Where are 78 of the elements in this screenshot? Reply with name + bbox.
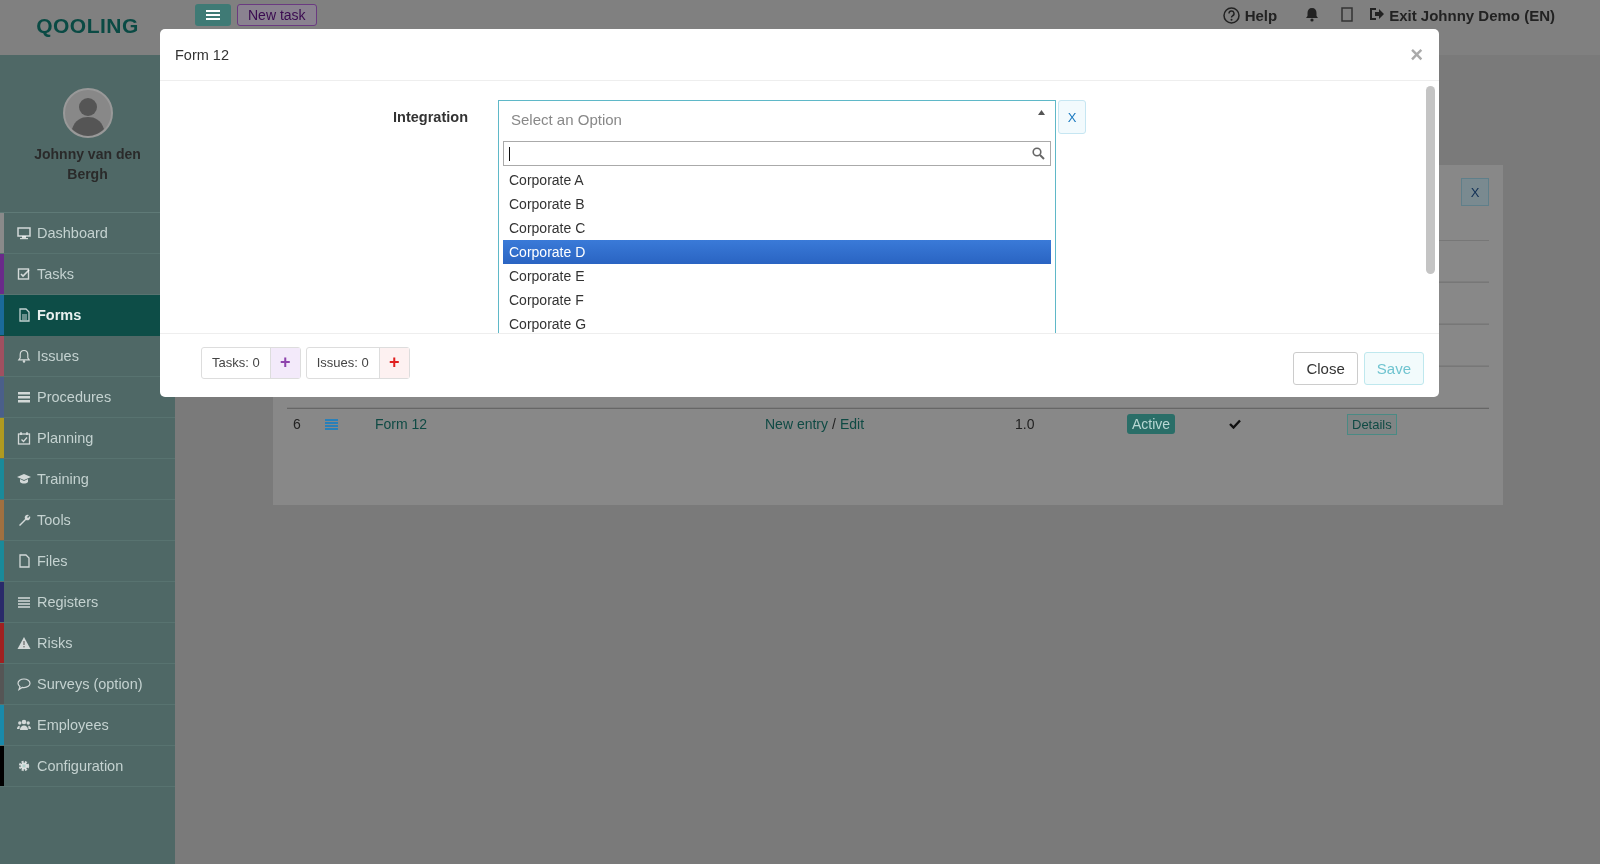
form-link[interactable]: Form 12 [375,416,765,432]
help-icon[interactable] [1222,7,1240,24]
issues-count: Issues: 0 [315,353,370,372]
save-button[interactable]: Save [1363,352,1424,385]
dropdown-option[interactable]: Corporate D [503,240,1051,264]
gear-icon [17,759,31,773]
scrollbar[interactable] [1426,86,1435,274]
nav-label: Risks [37,635,73,651]
nav-label: Planning [37,430,94,446]
warning-icon [17,636,31,650]
user-name: Johnny van den Bergh [33,145,142,184]
nav-label: Surveys (option) [37,676,143,692]
separator: / [832,416,836,432]
status-badge: Active [1127,414,1176,434]
nav-label: Dashboard [37,225,108,241]
tasks-count: Tasks: 0 [211,353,261,372]
speech-bubble-icon [17,677,31,691]
nav-item[interactable]: Registers [0,582,175,623]
dropdown-option[interactable]: Corporate F [503,288,1051,312]
select-field[interactable]: Select an Option [498,100,1056,138]
dropdown-option[interactable]: Corporate C [503,216,1051,240]
nav-item[interactable]: Tools [0,500,175,541]
dropdown-option[interactable]: Corporate E [503,264,1051,288]
list-icon [17,595,31,609]
nav-label: Issues [37,348,79,364]
check-square-icon [17,267,31,281]
nav-item[interactable]: Employees [0,705,175,746]
close-button[interactable]: Close [1293,352,1358,385]
nav-label: Registers [37,594,99,610]
document-icon[interactable] [1341,7,1354,22]
search-icon [1032,147,1045,160]
clear-button[interactable]: X [1058,100,1086,134]
avatar-icon [62,88,113,138]
nav-label: Tasks [37,266,75,282]
search-field[interactable] [503,141,1051,166]
add-issue-button[interactable]: + [378,347,409,378]
list-icon [17,390,31,404]
nav-label: Employees [37,717,109,733]
new-entry-link[interactable]: New entry [765,416,829,432]
bell-icon[interactable] [1305,7,1320,22]
nav-item[interactable]: Planning [0,418,175,459]
nav-label: Training [37,471,89,487]
nav-label: Procedures [37,389,112,405]
nav-item[interactable]: Training [0,459,175,500]
dropdown-option[interactable]: Corporate B [503,192,1051,216]
nav-item[interactable]: Risks [0,623,175,664]
field-label: Integration [392,108,469,127]
new-task-button[interactable]: New task [237,4,317,26]
menu-button[interactable] [195,4,231,26]
exit-icon[interactable] [1369,7,1385,21]
nav-label: Files [37,553,68,569]
clear-filter-button[interactable]: X [1461,178,1489,206]
dropdown-option[interactable]: Corporate G [503,312,1051,333]
nav-item[interactable]: Surveys (option) [0,664,175,705]
document-icon [17,308,31,322]
version-text: 1.0 [1015,416,1036,432]
modal-title: Form 12 [175,46,230,63]
document-icon [17,554,31,568]
add-task-button[interactable]: + [269,347,300,378]
menu-icon [206,9,220,21]
help-link[interactable]: Help [1244,7,1278,24]
dropdown-option[interactable]: Corporate A [503,168,1051,192]
people-icon [17,718,31,732]
exit-link[interactable]: Exit Johnny Demo (EN) [1389,7,1555,24]
wrench-icon [17,513,31,527]
monitor-icon [17,226,31,240]
edit-link[interactable]: Edit [839,416,865,432]
graduation-cap-icon [17,472,31,486]
nav-item[interactable]: Files [0,541,175,582]
logo[interactable]: QOOLING [36,14,139,38]
bell-icon [17,349,31,363]
calendar-icon [17,431,31,445]
row-number: 6 [292,416,302,432]
nav-item[interactable]: Configuration [0,746,175,787]
nav-label: Configuration [37,758,124,774]
nav-label: Forms [37,307,82,323]
details-button[interactable]: Details [1347,413,1397,435]
nav-label: Tools [37,512,71,528]
